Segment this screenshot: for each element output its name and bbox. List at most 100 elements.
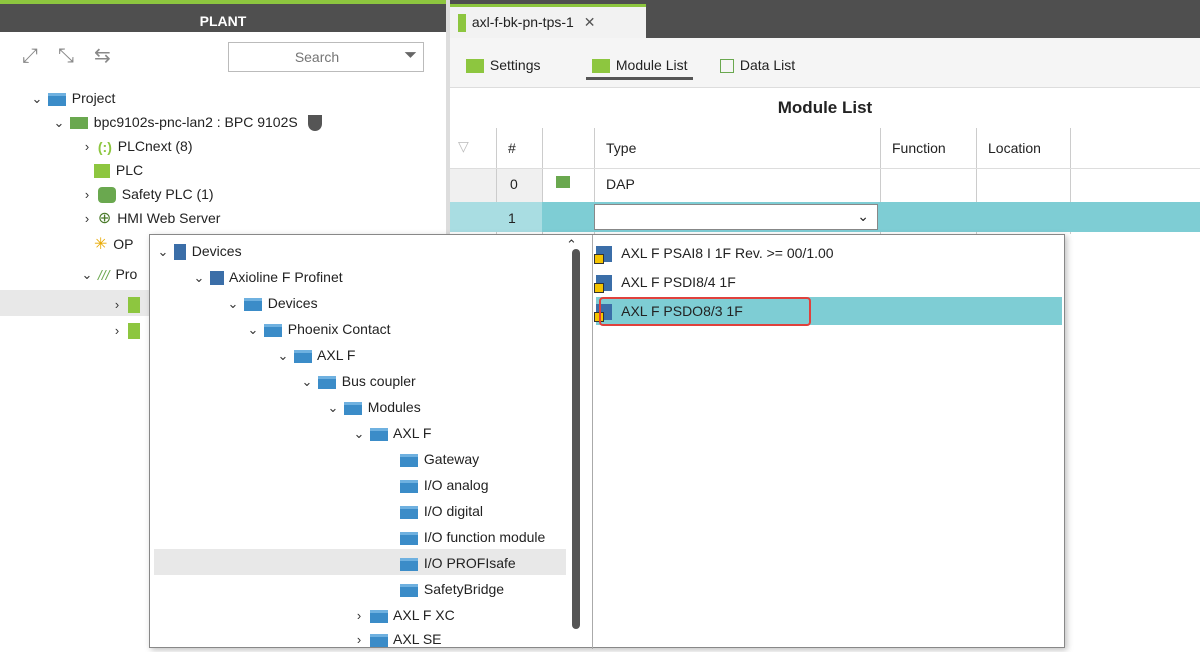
catalog-label: AXL F (393, 425, 432, 441)
row-0-type: DAP (606, 176, 635, 192)
chevron-right-icon[interactable]: › (352, 604, 366, 628)
devices-icon (173, 244, 186, 261)
filter-icon[interactable]: ▽ (458, 138, 469, 155)
search-input[interactable] (233, 44, 383, 70)
chevron-down-icon[interactable]: ⌄ (857, 208, 869, 225)
catalog-item[interactable]: ⌄ Devices (226, 291, 318, 315)
tree-item-device-1[interactable]: › (110, 292, 142, 316)
plant-header: PLANT (0, 0, 446, 32)
chevron-down-icon[interactable]: ⌄ (276, 344, 290, 368)
tree-item-bpc[interactable]: ⌄ bpc9102s-pnc-lan2 : BPC 9102S (52, 110, 324, 134)
module-item[interactable]: AXL F PSDI8/4 1F (594, 268, 736, 296)
controller-icon (69, 117, 88, 130)
catalog-item[interactable]: ⌄ Phoenix Contact (246, 317, 391, 341)
tab-label: axl-f-bk-pn-tps-1 (471, 14, 574, 30)
chevron-right-icon[interactable]: › (80, 183, 94, 207)
catalog-label: I/O function module (423, 529, 546, 545)
folder-icon (400, 505, 418, 519)
plcnext-icon: (:) (97, 139, 112, 156)
col-header-location[interactable]: Location (988, 140, 1041, 156)
safety-plc-icon (97, 187, 116, 204)
swap-icon[interactable]: ⇆ (94, 46, 111, 66)
device-icon (458, 14, 466, 33)
chevron-right-icon[interactable]: › (80, 135, 94, 159)
chevron-down-icon[interactable]: ⌄ (246, 318, 260, 342)
catalog-label: SafetyBridge (423, 581, 505, 597)
tree-item-op[interactable]: ✳ OP (94, 232, 134, 256)
chevron-down-icon[interactable]: ⌄ (300, 370, 314, 394)
chevron-right-icon[interactable]: › (352, 628, 366, 652)
scrollbar[interactable] (572, 249, 580, 629)
catalog-item[interactable]: I/O analog (400, 473, 489, 497)
project-icon (47, 92, 66, 106)
catalog-item[interactable]: ⌄ Devices (156, 239, 242, 263)
shield-icon (307, 115, 322, 132)
catalog-item[interactable]: I/O digital (400, 499, 483, 523)
tree-item-project[interactable]: ⌄ Project (30, 86, 116, 111)
chevron-down-icon[interactable]: ⌄ (192, 266, 206, 290)
tab-settings[interactable]: Settings (460, 50, 546, 80)
tree-label: Safety PLC (1) (121, 186, 214, 202)
tab-module-list[interactable]: Module List (586, 50, 694, 80)
catalog-item[interactable]: ⌄ Axioline F Profinet (192, 265, 343, 289)
chevron-right-icon[interactable]: › (80, 207, 94, 231)
row-0-num: 0 (510, 176, 518, 192)
tree-item-plc[interactable]: PLC (94, 158, 143, 182)
catalog-item[interactable]: SafetyBridge (400, 577, 504, 601)
tab-device[interactable]: axl-f-bk-pn-tps-1 ✕ (450, 4, 646, 38)
folder-icon (263, 323, 282, 337)
catalog-item-selected[interactable]: I/O PROFIsafe (400, 551, 516, 575)
device-icon (127, 297, 140, 314)
folder-icon (400, 583, 418, 597)
catalog-item[interactable]: › AXL F XC (352, 603, 455, 627)
chevron-right-icon[interactable]: › (110, 293, 124, 317)
dap-icon (556, 176, 570, 188)
catalog-item[interactable]: ⌄ AXL F (276, 343, 356, 368)
tree-item-hmi[interactable]: › ⊕ HMI Web Server (80, 206, 221, 231)
dropdown-divider (592, 235, 593, 649)
catalog-item[interactable]: ⌄ Modules (326, 395, 421, 419)
catalog-label: I/O digital (423, 503, 484, 519)
grid-line (450, 168, 1200, 169)
catalog-label: AXL SE (393, 631, 442, 647)
chevron-down-icon[interactable]: ⌄ (80, 263, 94, 287)
tree-label: OP (113, 236, 134, 252)
catalog-item[interactable]: I/O function module (400, 525, 545, 549)
catalog-label: Modules (367, 399, 421, 415)
chevron-down-icon[interactable]: ⌄ (226, 292, 240, 316)
tree-item-device-2[interactable]: › (110, 318, 142, 342)
chevron-down-icon[interactable]: ⌄ (156, 240, 170, 264)
close-icon[interactable]: ✕ (584, 14, 596, 30)
col-header-function[interactable]: Function (892, 140, 946, 156)
module-list-title: Module List (777, 98, 873, 117)
catalog-label: Phoenix Contact (287, 321, 391, 337)
catalog-item[interactable]: ⌄ Bus coupler (300, 369, 416, 393)
expand-all-icon[interactable]: ⤢ (22, 46, 38, 66)
chevron-down-icon[interactable]: ⌄ (30, 87, 44, 111)
catalog-item[interactable]: Gateway (400, 447, 479, 471)
folder-icon (243, 297, 262, 311)
col-header-type[interactable]: Type (606, 140, 636, 156)
row-header-cell (450, 202, 542, 232)
tree-label: bpc9102s-pnc-lan2 : BPC 9102S (93, 114, 298, 130)
collapse-all-icon[interactable]: ⤡ (58, 46, 74, 66)
chevron-down-icon[interactable]: ⌄ (326, 396, 340, 420)
tree-item-profinet[interactable]: ⌄ /// Pro (80, 262, 138, 287)
col-header-num[interactable]: # (508, 140, 516, 156)
module-item[interactable]: AXL F PSAI8 I 1F Rev. >= 00/1.00 (594, 239, 834, 267)
catalog-item[interactable]: ⌄ AXL F (352, 421, 432, 446)
folder-icon (369, 633, 388, 647)
chevron-down-icon[interactable]: ⌄ (52, 111, 66, 135)
chevron-down-icon[interactable]: ⌄ (352, 422, 366, 446)
catalog-item[interactable]: › AXL SE (352, 627, 442, 651)
safety-module-icon (594, 246, 612, 265)
filter-icon[interactable]: ⏷ (404, 47, 417, 65)
folder-icon (369, 609, 388, 623)
chevron-right-icon[interactable]: › (110, 319, 124, 343)
tree-item-safety-plc[interactable]: › Safety PLC (1) (80, 182, 214, 206)
type-select[interactable]: ⌄ (594, 204, 878, 230)
tree-item-plcnext[interactable]: › (:) PLCnext (8) (80, 134, 193, 159)
folder-icon (369, 427, 388, 441)
search-box[interactable]: ⏷ (228, 42, 424, 72)
tab-data-list[interactable]: Data List (714, 50, 801, 80)
